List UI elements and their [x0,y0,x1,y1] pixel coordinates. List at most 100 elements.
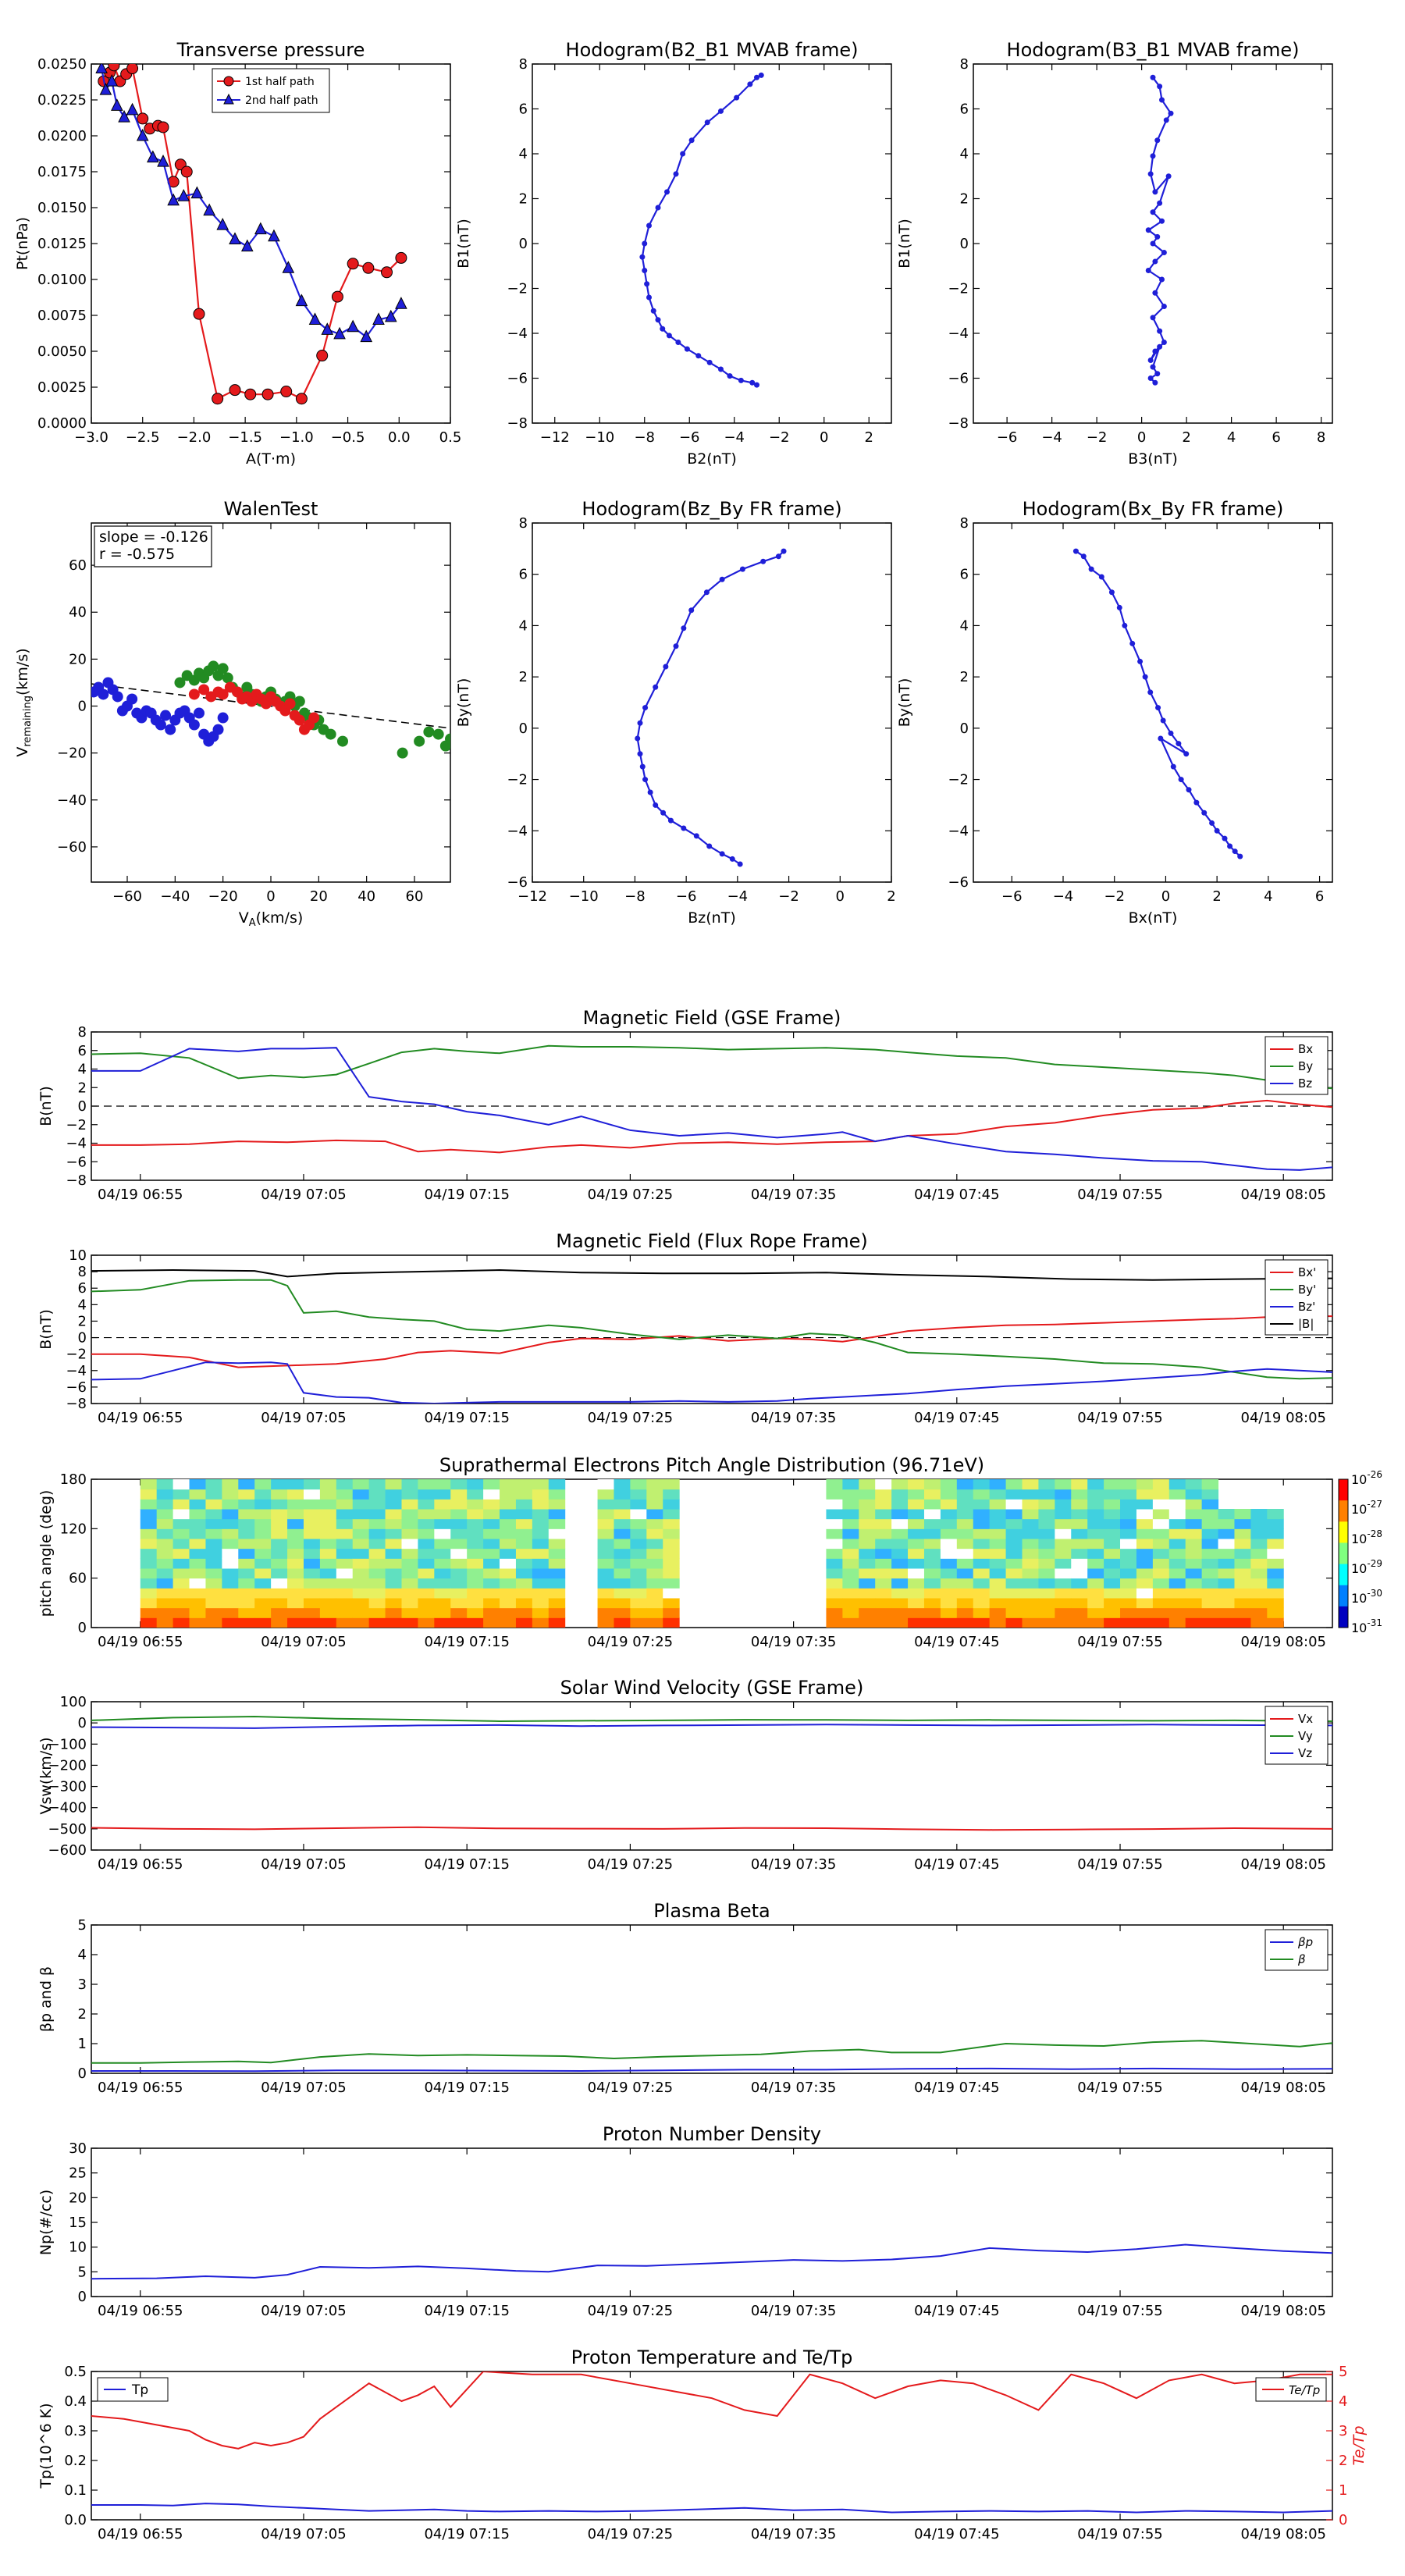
data-point [347,258,359,270]
pad-cell [401,1518,418,1529]
pad-cell [532,1489,550,1500]
pad-cell [1168,1588,1186,1599]
pad-cell [483,1588,500,1599]
pad-cell [352,1499,370,1510]
y-axis-label: B(nT) [37,1086,55,1126]
pad-cell [875,1539,892,1550]
colorbar-segment [1339,1479,1348,1501]
pad-cell [875,1548,892,1559]
pad-cell [940,1568,958,1579]
pad-cell [646,1578,663,1589]
y-tick-label: −4 [507,823,528,839]
x-tick-label: 04/19 07:55 [1077,2080,1162,2096]
pad-cell [1218,1539,1235,1550]
y-tick-label: 0.0050 [37,343,87,360]
x-tick-label: 04/19 07:15 [424,2080,509,2096]
pad-cell [401,1617,418,1628]
legend-label: Vz [1298,1746,1312,1760]
data-point [655,317,661,323]
pad-cell [826,1499,843,1510]
pad-cell [1267,1578,1284,1589]
data-point [282,261,295,273]
y-axis-label: By(nT) [455,678,472,728]
pad-cell [140,1518,158,1529]
pad-cell [646,1588,663,1599]
data-point [1222,835,1228,841]
pad-cell [989,1558,1007,1569]
pad-cell [368,1548,386,1559]
x-tick-label: 04/19 08:05 [1241,1634,1326,1650]
pad-cell [923,1539,941,1550]
series-line [91,2243,1332,2280]
data-point [362,262,375,274]
pad-cell [287,1489,304,1500]
pad-cell [238,1607,255,1618]
pad-cell [532,1518,550,1529]
data-point [1159,218,1165,224]
chart-title: Hodogram(Bx_By FR frame) [1023,498,1284,520]
pad-cell [1120,1479,1137,1490]
pad-cell [1152,1548,1170,1559]
x-tick-label: 04/19 07:15 [424,2303,509,2319]
legend-label: |B| [1298,1317,1314,1331]
series-line [91,1826,1332,1831]
x-tick-label: −2.5 [126,429,160,446]
pad-cell [450,1499,468,1510]
data-point [642,777,649,783]
stats-annotation: slope = -0.126r = -0.575 [94,525,212,568]
pad-cell [940,1588,958,1599]
data-point [1147,358,1154,363]
pad-cell [842,1607,859,1618]
pad-cell [385,1588,402,1599]
data-point [188,688,200,700]
pad-cell [1152,1558,1170,1569]
pad-cell [1152,1578,1170,1589]
pad-cell [989,1617,1007,1628]
pad-cell [238,1539,255,1550]
data-point [1150,315,1156,321]
pad-cell [940,1607,958,1618]
pad-cell [303,1489,321,1500]
pad-cell [532,1499,550,1510]
pad-cell [826,1617,843,1628]
pad-cell [989,1499,1007,1510]
y-axis-label: pitch angle (deg) [37,1490,55,1617]
pad-cell [271,1499,288,1510]
pad-cell [500,1518,517,1529]
data-point [1155,705,1161,711]
y-tick-label: 2 [519,191,528,208]
x-tick-label: 0 [1137,429,1146,446]
pad-cell [1185,1568,1203,1579]
pad-cell [1120,1598,1137,1609]
chart-mag-gse: Magnetic Field (GSE Frame) 04/19 06:55 04/… [37,1007,1333,1203]
pad-cell [319,1578,337,1589]
y-tick-label-right: 0 [1339,2512,1347,2528]
y-tick-label: 8 [78,1264,87,1280]
pad-cell [1120,1548,1137,1559]
pad-cell [826,1509,843,1520]
y-axis-label: B1(nT) [896,219,913,269]
pad-cell [989,1528,1007,1539]
pad-cell [1005,1499,1023,1510]
pad-cell [1218,1607,1235,1618]
pad-cell [434,1528,451,1539]
data-point [423,726,435,738]
pad-cell [956,1558,974,1569]
y-tick-label-right: 5 [1339,2364,1347,2380]
pad-cell [859,1548,876,1559]
pad-cell [303,1558,321,1569]
x-tick-label: −2.0 [177,429,212,446]
colorbar-segment [1339,1542,1348,1565]
chart-temperature: Proton Temperature and Te/Tp 04/19 06:55 0… [37,2347,1368,2542]
pad-cell [891,1528,909,1539]
x-tick-label: 04/19 07:55 [1077,1187,1162,1203]
data-point [727,373,733,379]
pad-cell [1218,1568,1235,1579]
pad-cell [908,1558,925,1569]
pad-cell [940,1479,958,1490]
pad-cell [319,1617,337,1628]
pad-cell [385,1578,402,1589]
y-tick-label: −6 [507,371,528,387]
y-tick-label: −2 [948,772,969,788]
legend-label: By' [1298,1283,1316,1297]
